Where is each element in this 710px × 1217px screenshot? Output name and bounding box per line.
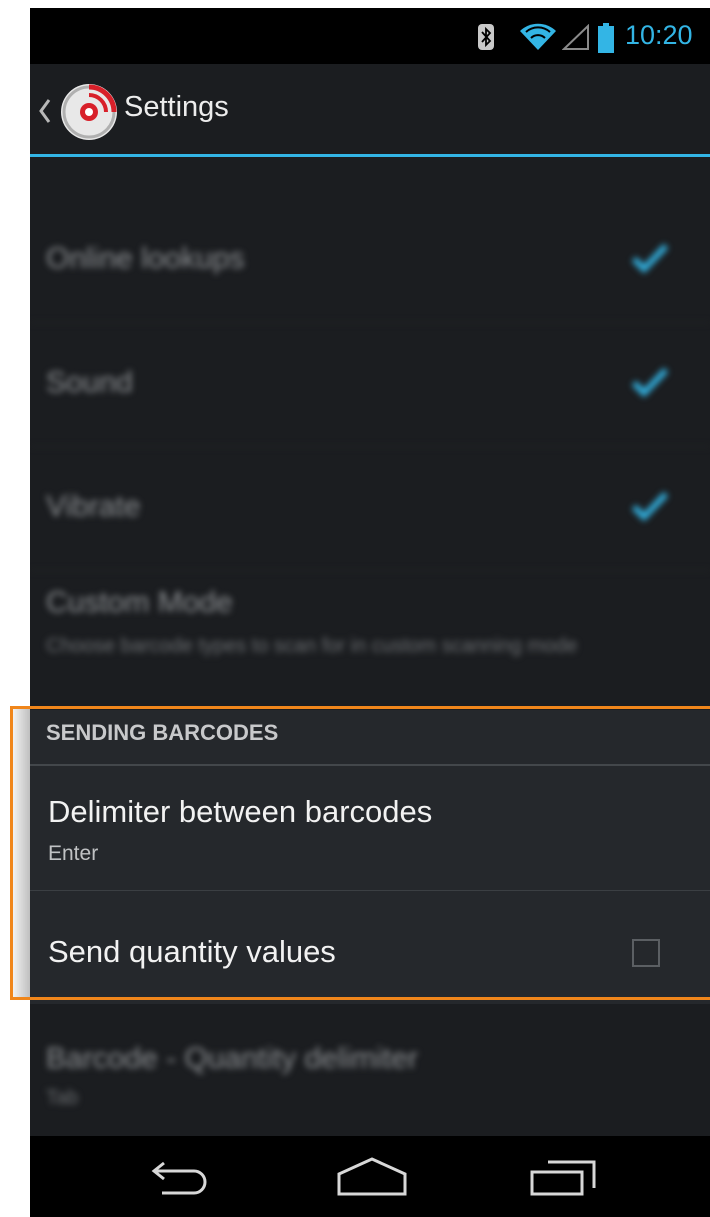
- pref-sound[interactable]: Sound: [30, 322, 710, 447]
- pref-title: Sound: [46, 366, 133, 399]
- barcode-scanner-logo-icon[interactable]: [58, 81, 120, 143]
- pref-summary: Tab: [46, 1087, 79, 1109]
- pref-title: Vibrate: [46, 490, 141, 523]
- chevron-left-icon[interactable]: [38, 98, 52, 124]
- battery-icon: [598, 23, 614, 53]
- pref-title: Custom Mode: [46, 586, 233, 619]
- pref-vibrate[interactable]: Vibrate: [30, 446, 710, 571]
- pref-barcode-quantity-delimiter[interactable]: Barcode - Quantity delimiter Tab: [30, 1008, 710, 1136]
- back-icon[interactable]: [148, 1156, 216, 1198]
- signal-icon: [562, 24, 589, 50]
- pref-title: Barcode - Quantity delimiter: [46, 1042, 418, 1075]
- pref-custom-mode[interactable]: Custom Mode Choose barcode types to scan…: [30, 570, 710, 710]
- screen-title: Settings: [124, 91, 229, 123]
- pref-summary: Choose barcode types to scan for in cust…: [46, 635, 578, 657]
- phone-screen: 10:20 Settings Online lookups Sound Vibr…: [30, 8, 710, 1217]
- checkmark-icon[interactable]: [630, 490, 670, 522]
- recent-apps-icon[interactable]: [528, 1156, 598, 1198]
- checkmark-icon[interactable]: [630, 366, 670, 398]
- pref-title: Online lookups: [46, 242, 245, 275]
- home-icon[interactable]: [335, 1156, 409, 1198]
- pref-online-lookups[interactable]: Online lookups: [30, 198, 710, 323]
- wifi-icon: [520, 23, 556, 50]
- bluetooth-icon: [478, 24, 494, 50]
- highlight-frame: [10, 706, 710, 1000]
- status-clock: 10:20: [625, 20, 693, 50]
- checkmark-icon[interactable]: [630, 242, 670, 274]
